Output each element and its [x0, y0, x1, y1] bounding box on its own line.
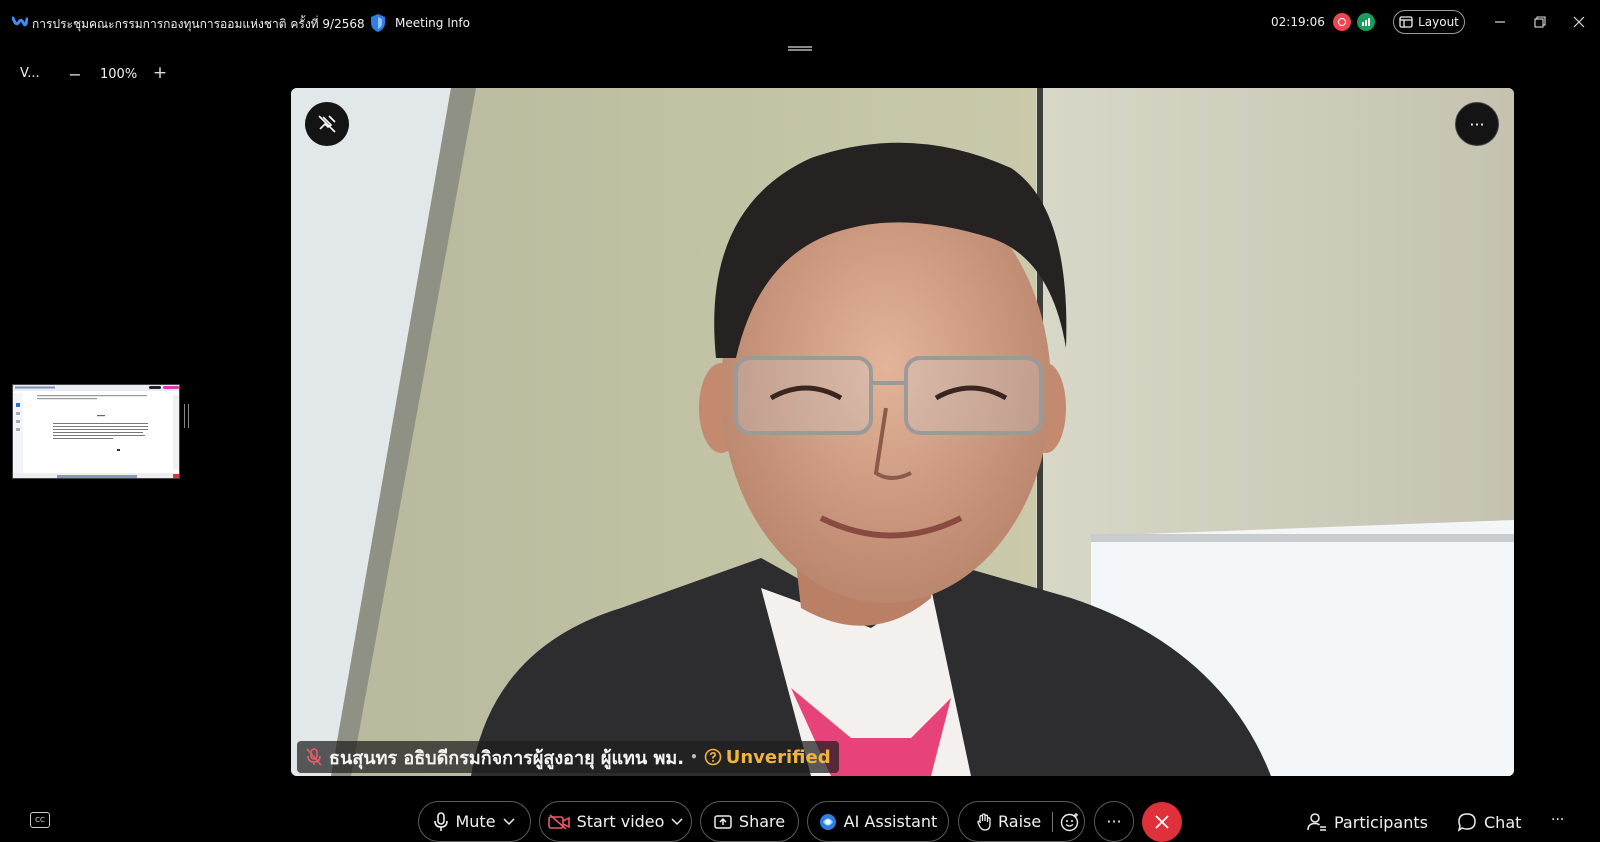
zoom-out-button[interactable]: −	[66, 65, 84, 84]
leave-meeting-button[interactable]	[1142, 802, 1182, 842]
raise-hand-icon	[977, 812, 991, 831]
participant-video[interactable]	[291, 88, 1514, 776]
more-options-button[interactable]: ···	[1094, 801, 1134, 842]
share-label: Share	[738, 812, 786, 831]
microphone-icon	[434, 811, 449, 831]
start-video-button[interactable]: Start video	[539, 801, 692, 842]
minimize-button[interactable]	[1488, 10, 1512, 34]
name-separator: •	[690, 750, 698, 764]
raise-divider	[1052, 811, 1054, 832]
restore-icon	[1534, 16, 1546, 28]
mute-button[interactable]: Mute	[418, 801, 531, 842]
signal-icon[interactable]	[1357, 13, 1375, 31]
share-screen-icon	[714, 814, 732, 829]
unverified-label: Unverified	[725, 746, 831, 768]
muted-mic-icon	[306, 748, 322, 766]
layout-button[interactable]: Layout	[1393, 10, 1465, 34]
panel-drag-handle[interactable]	[788, 46, 812, 51]
thumbnail-resize-handle[interactable]	[184, 404, 189, 428]
meeting-info-button[interactable]: Meeting Info	[369, 12, 470, 34]
participant-name: ธนสุนทร อธิบดีกรมกิจการผู้สูงอายุ ผู้แทน…	[329, 747, 685, 769]
participants-label: Participants	[1334, 812, 1428, 832]
video-options-button[interactable]: ···	[1455, 102, 1499, 146]
share-button[interactable]: Share	[700, 801, 799, 842]
chevron-down-icon	[503, 817, 515, 825]
participant-video-frame	[291, 88, 1514, 776]
meeting-info-label: Meeting Info	[395, 16, 470, 30]
video-off-icon	[547, 813, 570, 830]
question-circle-icon	[704, 748, 722, 766]
participants-icon	[1307, 813, 1326, 831]
chat-button[interactable]: Chat	[1457, 812, 1521, 832]
closed-captions-button[interactable]: CC	[30, 812, 50, 828]
participants-button[interactable]: Participants	[1307, 812, 1428, 832]
layout-label: Layout	[1418, 15, 1459, 29]
shared-screen-thumbnail[interactable]	[12, 384, 180, 479]
webex-logo-icon	[12, 16, 28, 27]
title-bar: การประชุมคณะกรรมการกองทุนการออมแห่งชาติ …	[0, 0, 1600, 46]
unpin-button[interactable]	[305, 102, 349, 146]
meeting-title: การประชุมคณะกรรมการกองทุนการออมแห่งชาติ …	[32, 17, 365, 31]
reactions-icon[interactable]	[1060, 812, 1080, 832]
layout-icon	[1399, 16, 1413, 28]
start-video-label: Start video	[576, 812, 665, 831]
chat-label: Chat	[1484, 812, 1522, 832]
unpin-icon	[318, 115, 336, 133]
close-icon	[1573, 16, 1585, 28]
mute-label: Mute	[455, 812, 496, 831]
restore-button[interactable]	[1528, 10, 1552, 34]
chat-icon	[1457, 813, 1476, 832]
ai-assistant-icon	[819, 813, 836, 830]
view-label[interactable]: V...	[20, 66, 40, 81]
recording-icon[interactable]	[1333, 13, 1351, 31]
minimize-icon	[1495, 21, 1505, 23]
shield-icon	[371, 14, 385, 32]
overflow-menu-button[interactable]: ···	[1551, 812, 1564, 828]
close-icon	[1155, 815, 1169, 829]
close-window-button[interactable]	[1567, 10, 1591, 34]
ai-assistant-button[interactable]: AI Assistant	[807, 801, 949, 842]
participant-name-tag: ธนสุนทร อธิบดีกรมกิจการผู้สูงอายุ ผู้แทน…	[297, 741, 839, 773]
raise-hand-button[interactable]: Raise	[958, 801, 1085, 842]
raise-label: Raise	[998, 812, 1042, 831]
ai-assistant-label: AI Assistant	[843, 812, 938, 831]
unverified-badge: Unverified	[704, 747, 831, 768]
zoom-in-button[interactable]: +	[151, 63, 169, 83]
meeting-timer: 02:19:06	[1271, 15, 1325, 29]
chevron-down-icon	[671, 817, 683, 825]
zoom-level: 100%	[100, 67, 138, 82]
